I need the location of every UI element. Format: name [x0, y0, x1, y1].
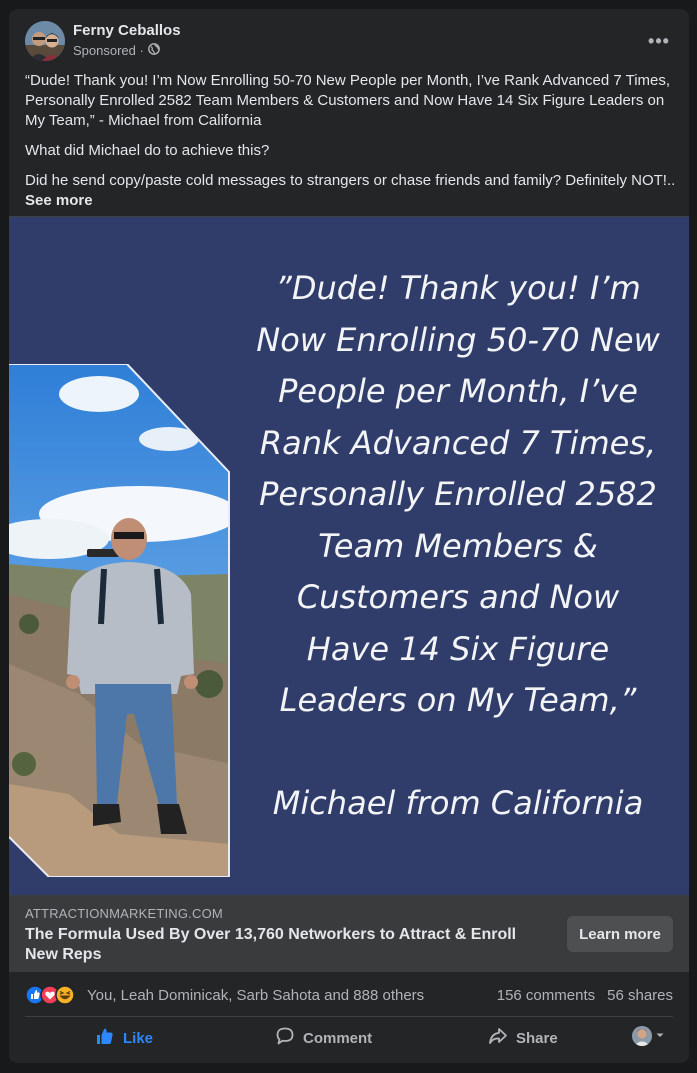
quote-line: Personally Enrolled 2582 — [259, 475, 657, 513]
link-domain: ATTRACTIONMARKETING.COM — [25, 906, 223, 921]
link-headline[interactable]: The Formula Used By Over 13,760 Networke… — [25, 925, 545, 965]
post-paragraph-3: Did he send copy/paste cold messages to … — [25, 172, 675, 189]
like-icon — [95, 1026, 115, 1050]
see-more-link[interactable]: See more — [25, 191, 675, 211]
reactions-summary[interactable]: You, Leah Dominicak, Sarb Sahota and 888… — [87, 987, 424, 1004]
post-paragraph-2: What did Michael do to achieve this? — [25, 142, 270, 159]
quote-line: Team Members & — [318, 526, 598, 565]
post-as-selector[interactable] — [632, 1026, 665, 1046]
quote-line: Leaders on My Team,” — [279, 681, 637, 719]
comment-button[interactable]: Comment — [275, 1022, 372, 1054]
reaction-icons[interactable] — [25, 985, 81, 1005]
author-name[interactable]: Ferny Ceballos — [73, 22, 181, 39]
quote-text: ”Dude! Thank you! I’m Now Enrolling 50-7… — [227, 263, 689, 829]
shares-count[interactable]: 56 shares — [607, 987, 673, 1004]
link-preview[interactable]: ATTRACTIONMARKETING.COM The Formula Used… — [9, 895, 689, 972]
comments-count[interactable]: 156 comments — [497, 987, 595, 1004]
ad-creative-image[interactable]: ”Dude! Thank you! I’m Now Enrolling 50-7… — [9, 216, 689, 895]
haha-reaction-icon — [55, 985, 75, 1005]
quote-line: Now Enrolling 50-70 New — [256, 320, 660, 359]
author-avatar[interactable] — [25, 21, 65, 61]
post-header: Ferny Ceballos Sponsored · ••• — [9, 9, 689, 69]
comment-label: Comment — [303, 1029, 373, 1047]
post-message: “Dude! Thank you! I’m Now Enrolling 50-7… — [25, 71, 675, 211]
post-actions: Like Comment Share — [9, 1018, 689, 1058]
quote-line: Have 14 Six Figure — [306, 629, 610, 668]
sponsored-label: Sponsored · — [73, 43, 160, 58]
share-label: Share — [516, 1029, 558, 1047]
user-avatar — [632, 1026, 652, 1046]
more-icon[interactable]: ••• — [643, 25, 675, 57]
quote-line: People per Month, I’ve — [278, 372, 638, 410]
sponsored-text[interactable]: Sponsored · — [73, 43, 144, 58]
comment-icon — [275, 1026, 295, 1050]
like-button[interactable]: Like — [95, 1022, 153, 1054]
quote-signature: Michael from California — [272, 783, 644, 822]
quote-line: Rank Advanced 7 Times, — [259, 423, 657, 462]
engagement-counts: 156 comments 56 shares — [497, 987, 673, 1004]
feed-post: Ferny Ceballos Sponsored · ••• “Dude! Th… — [9, 9, 689, 1063]
chevron-down-icon — [655, 1027, 665, 1045]
post-paragraph-1: “Dude! Thank you! I’m Now Enrolling 50-7… — [25, 72, 671, 129]
globe-icon — [147, 43, 160, 58]
reaction-stats: You, Leah Dominicak, Sarb Sahota and 888… — [9, 972, 689, 1016]
quote-line: ”Dude! Thank you! I’m — [275, 269, 641, 307]
learn-more-button[interactable]: Learn more — [567, 916, 673, 952]
testimonial-photo — [9, 364, 230, 877]
share-icon — [488, 1026, 508, 1050]
divider — [25, 1016, 673, 1017]
quote-line: Customers and Now — [296, 578, 620, 616]
share-button[interactable]: Share — [488, 1022, 558, 1054]
like-label: Like — [123, 1029, 154, 1047]
